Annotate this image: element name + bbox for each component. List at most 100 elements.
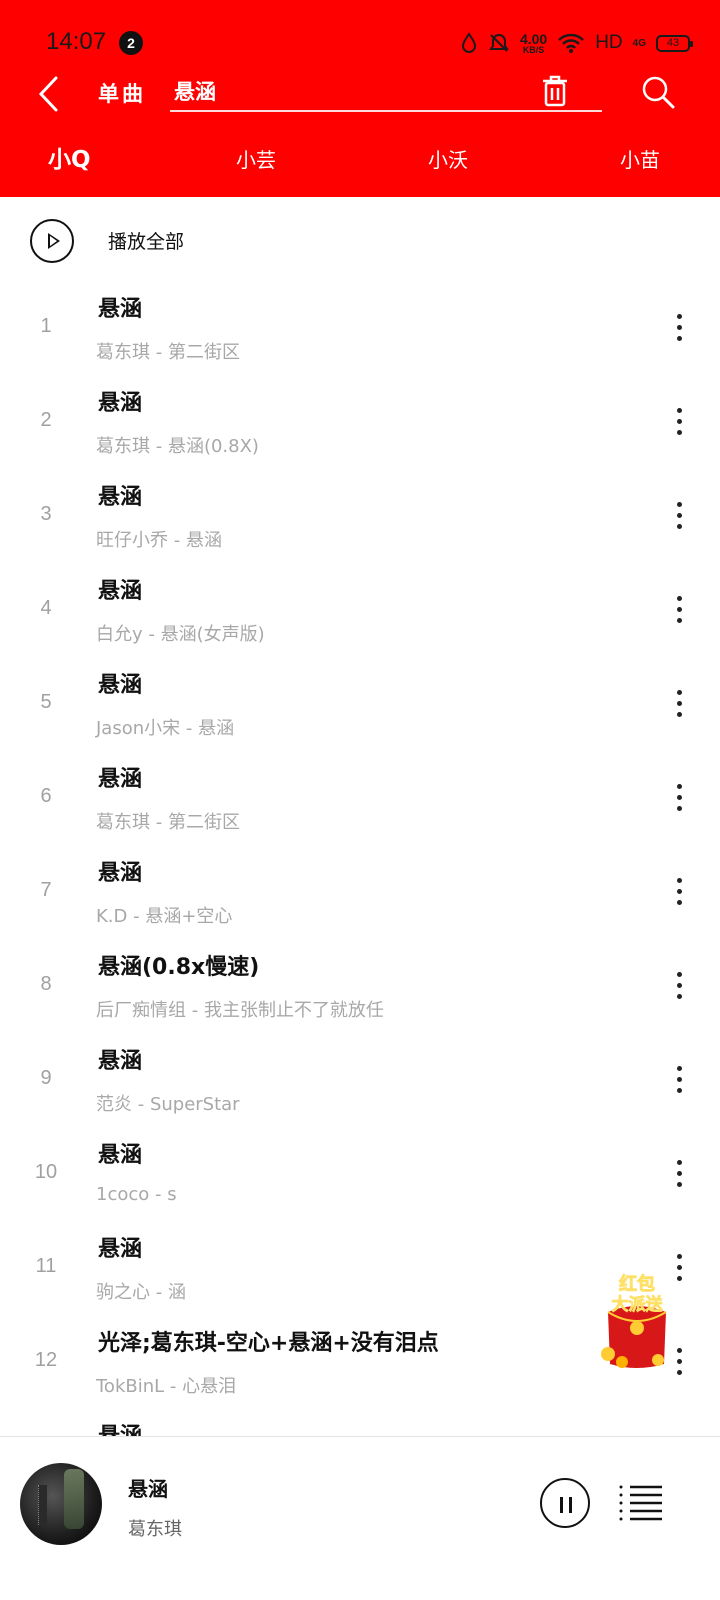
play-all-icon[interactable] [30,219,74,263]
pause-bar-right [569,1497,572,1513]
more-dot [676,1066,682,1071]
status-icons: 4.00 KB/S HD 4G 43 [460,28,693,58]
more-dot [676,1265,682,1270]
more-dot [676,618,682,623]
more-dot [676,712,682,717]
playlist-icon[interactable] [618,1484,664,1524]
more-dot [676,1182,682,1187]
more-dot [676,972,682,977]
song-artist-album: 后厂痴情组 - 我主张制止不了就放任 [96,1000,384,1021]
more-options-icon[interactable] [664,781,694,817]
song-row[interactable]: 2 悬涵 葛东琪 - 悬涵(0.8X) [0,377,720,471]
more-dot [676,795,682,800]
song-title: 悬涵 [98,485,143,510]
song-index: 12 [34,1349,58,1371]
more-dot [676,502,682,507]
album-art[interactable] [20,1463,102,1545]
promo-line2: 大派送 [612,1294,664,1315]
more-options-icon[interactable] [664,311,694,347]
more-options-icon[interactable] [664,1157,694,1193]
more-options-icon[interactable] [664,593,694,629]
more-options-icon[interactable] [664,405,694,441]
more-dot [676,325,682,330]
song-index: 1 [40,315,52,337]
song-index: 3 [40,503,52,525]
song-title: 光泽;葛东琪-空心+悬涵+没有泪点 [98,1331,439,1356]
tab-xiaowo[interactable]: 小沃 [428,144,468,173]
more-dot [676,806,682,811]
more-options-icon[interactable] [664,875,694,911]
song-title: 悬涵 [98,579,143,604]
song-row[interactable]: 5 悬涵 Jason小宋 - 悬涵 [0,659,720,753]
song-artist-album: 范炎 - SuperStar [96,1094,240,1115]
more-options-icon[interactable] [664,687,694,723]
song-row[interactable]: 4 悬涵 白允y - 悬涵(女声版) [0,565,720,659]
wifi-icon [558,33,585,53]
pause-button[interactable] [540,1478,590,1528]
song-index: 7 [40,879,52,901]
search-bar: 单曲 [0,70,720,118]
more-options-icon[interactable] [664,1063,694,1099]
more-dot [676,513,682,518]
song-artist-album: K.D - 悬涵+空心 [96,906,233,927]
red-packet-promo[interactable]: 红包 大派送 [598,1272,676,1372]
song-artist-album: Jason小宋 - 悬涵 [96,718,235,739]
song-title: 悬涵 [98,391,143,416]
song-title: 悬涵 [98,673,143,698]
status-bar: 14:07 2 4.00 KB/S HD 4G 43 [0,0,720,70]
clear-icon[interactable] [540,74,570,108]
more-dot [676,1088,682,1093]
more-dot [676,596,682,601]
search-type-label[interactable]: 单曲 [98,78,146,108]
more-dot [676,1077,682,1082]
tab-xiaomiao[interactable]: 小苗 [620,144,660,173]
more-dot [676,1171,682,1176]
song-title: 悬涵(0.8x慢速) [98,955,260,980]
song-index: 2 [40,409,52,431]
more-options-icon[interactable] [664,969,694,1005]
song-index: 6 [40,785,52,807]
mini-player[interactable]: 悬涵 葛东琪 [0,1436,720,1600]
more-dot [676,1254,682,1259]
more-dot [676,900,682,905]
more-dot [676,994,682,999]
more-dot [676,1160,682,1165]
song-row[interactable]: 3 悬涵旺仔小乔 - 悬涵 [0,471,720,565]
more-dot [676,1276,682,1281]
back-icon[interactable] [36,74,62,114]
notification-badge: 2 [119,31,143,55]
search-icon[interactable] [640,74,676,110]
more-dot [676,419,682,424]
song-index: 9 [40,1067,52,1089]
song-row[interactable]: 1 悬涵 葛东琪 - 第二街区 [0,283,720,377]
more-dot [676,524,682,529]
song-row[interactable]: 6 悬涵 葛东琪 - 第二街区 [0,753,720,847]
tab-xiaoyun[interactable]: 小芸 [236,144,276,173]
results-list: 1 悬涵 葛东琪 - 第二街区 2 悬涵 葛东琪 - 悬涵(0.8X) 3 悬涵 旺仔小乔 - … [0,283,720,1411]
more-dot [676,983,682,988]
play-all-row[interactable]: 播放全部 [0,197,720,283]
more-dot [676,1370,682,1375]
tab-xiaoq[interactable]: 小Q [48,140,91,174]
song-title: 悬涵 [98,861,143,886]
play-all-label: 播放全部 [108,231,185,253]
more-dot [676,314,682,319]
more-options-icon[interactable] [664,499,694,535]
more-dot [676,784,682,789]
song-row[interactable]: 8 悬涵(0.8x慢速) 后厂痴情组 - 我主张制止不了就放任 [0,941,720,1035]
more-dot [676,607,682,612]
data-saver-icon [461,32,476,53]
song-index: 4 [40,597,52,619]
more-dot [676,430,682,435]
song-row[interactable]: 7 悬涵 K.D - 悬涵+空心 [0,847,720,941]
bell-muted-icon [489,33,509,52]
network-speed: 4.00 KB/S [519,30,548,55]
search-input[interactable] [170,72,602,112]
song-row[interactable]: 9 悬涵 范炎 - SuperStar [0,1035,720,1129]
more-dot [676,1359,682,1364]
more-dot [676,878,682,883]
song-artist-album: 旺仔小乔 - 悬涵 [96,530,222,551]
song-row[interactable]: 10 悬涵 1coco - s [0,1129,720,1223]
song-title: 悬涵 [98,1143,143,1168]
song-index: 10 [34,1161,58,1183]
